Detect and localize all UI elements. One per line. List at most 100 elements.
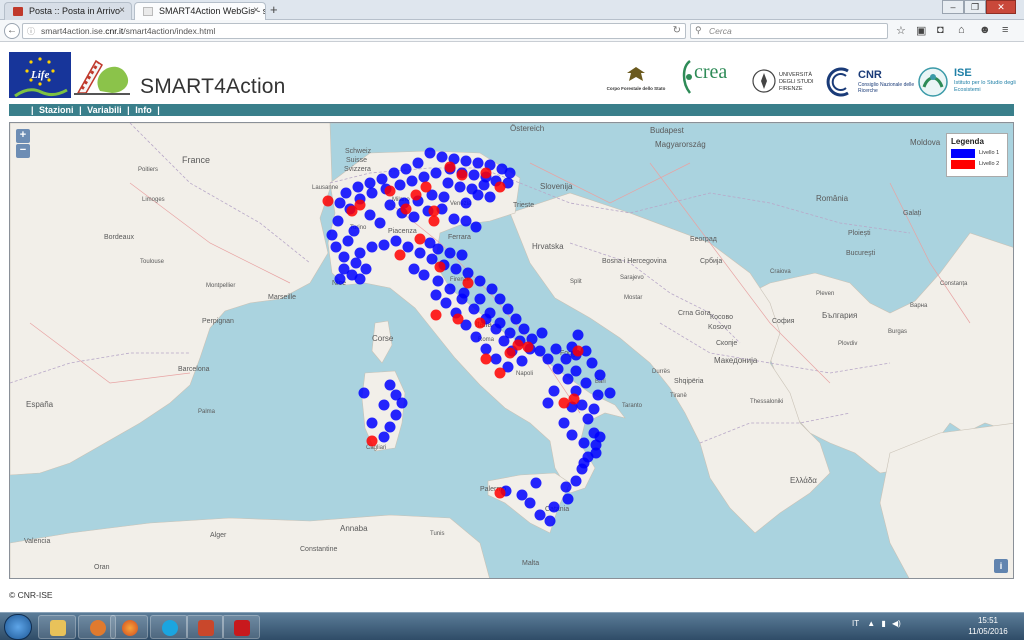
- station-marker-level1[interactable]: [548, 385, 560, 397]
- station-marker-level1[interactable]: [342, 235, 354, 247]
- station-marker-level2[interactable]: [322, 195, 334, 207]
- menu-item-info[interactable]: Info: [135, 105, 152, 115]
- station-marker-level1[interactable]: [426, 253, 438, 265]
- station-marker-level1[interactable]: [560, 353, 572, 365]
- station-marker-level1[interactable]: [414, 247, 426, 259]
- station-marker-level1[interactable]: [384, 199, 396, 211]
- plus-icon[interactable]: +: [270, 2, 278, 17]
- search-input[interactable]: ⚲ Cerca: [690, 23, 888, 39]
- station-marker-level2[interactable]: [462, 277, 474, 289]
- menu-item-stazioni[interactable]: Stazioni: [39, 105, 74, 115]
- station-marker-level2[interactable]: [430, 309, 442, 321]
- station-marker-level1[interactable]: [468, 169, 480, 181]
- station-marker-level1[interactable]: [494, 293, 506, 305]
- station-marker-level1[interactable]: [502, 303, 514, 315]
- network-icon[interactable]: ▮: [881, 619, 885, 628]
- station-marker-level2[interactable]: [494, 181, 506, 193]
- station-marker-level1[interactable]: [486, 283, 498, 295]
- station-marker-level1[interactable]: [340, 187, 352, 199]
- zoom-in-button[interactable]: +: [16, 129, 30, 143]
- station-marker-level1[interactable]: [432, 243, 444, 255]
- star-icon[interactable]: ☆: [896, 24, 906, 37]
- station-marker-level1[interactable]: [572, 329, 584, 341]
- station-marker-level1[interactable]: [378, 431, 390, 443]
- station-marker-level1[interactable]: [334, 197, 346, 209]
- station-marker-level2[interactable]: [504, 347, 516, 359]
- close-tab-icon[interactable]: ×: [119, 5, 125, 16]
- station-marker-level1[interactable]: [478, 179, 490, 191]
- clipboard-icon[interactable]: ▣: [916, 24, 926, 37]
- station-marker-level2[interactable]: [512, 339, 524, 351]
- station-marker-level1[interactable]: [378, 239, 390, 251]
- station-marker-level1[interactable]: [364, 177, 376, 189]
- station-marker-level1[interactable]: [400, 163, 412, 175]
- station-marker-level1[interactable]: [472, 189, 484, 201]
- station-marker-level2[interactable]: [366, 435, 378, 447]
- station-marker-level1[interactable]: [534, 345, 546, 357]
- restore-icon[interactable]: ❐: [964, 0, 986, 14]
- station-marker-level1[interactable]: [542, 353, 554, 365]
- station-marker-level1[interactable]: [430, 167, 442, 179]
- station-marker-level1[interactable]: [338, 263, 350, 275]
- station-marker-level1[interactable]: [594, 369, 606, 381]
- station-marker-level1[interactable]: [580, 377, 592, 389]
- station-marker-level1[interactable]: [384, 379, 396, 391]
- station-marker-level1[interactable]: [440, 297, 452, 309]
- map-canvas[interactable]: Östereich Budapest Magyarország Moldova …: [10, 123, 1014, 579]
- station-marker-level1[interactable]: [394, 179, 406, 191]
- station-marker-level1[interactable]: [516, 355, 528, 367]
- station-marker-level2[interactable]: [428, 205, 440, 217]
- map-view[interactable]: Östereich Budapest Magyarország Moldova …: [9, 122, 1014, 579]
- station-marker-level2[interactable]: [572, 345, 584, 357]
- station-marker-level1[interactable]: [548, 501, 560, 513]
- firefox-icon[interactable]: [110, 615, 148, 639]
- station-marker-level2[interactable]: [444, 161, 456, 173]
- station-marker-level1[interactable]: [366, 241, 378, 253]
- station-marker-level1[interactable]: [408, 211, 420, 223]
- powerpoint-icon[interactable]: [186, 615, 224, 639]
- station-marker-level1[interactable]: [418, 171, 430, 183]
- station-marker-level1[interactable]: [364, 209, 376, 221]
- tab-smart4action[interactable]: SMART4Action WebGis - stazioni ×: [134, 2, 266, 20]
- station-marker-level2[interactable]: [414, 233, 426, 245]
- skype-icon[interactable]: [150, 615, 188, 639]
- station-marker-level1[interactable]: [460, 197, 472, 209]
- station-marker-level1[interactable]: [432, 275, 444, 287]
- station-marker-level1[interactable]: [360, 263, 372, 275]
- station-marker-level1[interactable]: [474, 275, 486, 287]
- station-marker-level1[interactable]: [442, 177, 454, 189]
- station-marker-level1[interactable]: [384, 421, 396, 433]
- station-marker-level2[interactable]: [494, 487, 506, 499]
- station-marker-level1[interactable]: [350, 257, 362, 269]
- station-marker-level1[interactable]: [516, 489, 528, 501]
- close-window-icon[interactable]: ✕: [986, 0, 1016, 14]
- station-marker-level1[interactable]: [468, 303, 480, 315]
- zoom-out-button[interactable]: −: [16, 144, 30, 158]
- tray-arrow-icon[interactable]: ▲: [867, 619, 875, 628]
- volume-icon[interactable]: ◀): [892, 619, 901, 628]
- station-marker-level1[interactable]: [480, 343, 492, 355]
- station-marker-level1[interactable]: [578, 457, 590, 469]
- station-marker-level1[interactable]: [590, 447, 602, 459]
- station-marker-level1[interactable]: [334, 273, 346, 285]
- station-marker-level1[interactable]: [450, 263, 462, 275]
- station-marker-level2[interactable]: [456, 169, 468, 181]
- station-marker-level1[interactable]: [430, 289, 442, 301]
- pocket-icon[interactable]: ◘: [937, 24, 944, 36]
- station-marker-level2[interactable]: [346, 205, 358, 217]
- station-marker-level2[interactable]: [384, 185, 396, 197]
- station-marker-level1[interactable]: [354, 273, 366, 285]
- station-marker-level1[interactable]: [586, 357, 598, 369]
- station-marker-level1[interactable]: [558, 417, 570, 429]
- station-marker-level1[interactable]: [510, 313, 522, 325]
- station-marker-level1[interactable]: [592, 389, 604, 401]
- station-marker-level1[interactable]: [390, 409, 402, 421]
- menu-icon[interactable]: ≡: [1002, 24, 1008, 36]
- station-marker-level1[interactable]: [456, 249, 468, 261]
- station-marker-level1[interactable]: [504, 167, 516, 179]
- reload-icon[interactable]: ↻: [673, 25, 681, 36]
- station-marker-level1[interactable]: [348, 225, 360, 237]
- station-marker-level1[interactable]: [366, 417, 378, 429]
- station-marker-level1[interactable]: [330, 241, 342, 253]
- station-marker-level1[interactable]: [474, 293, 486, 305]
